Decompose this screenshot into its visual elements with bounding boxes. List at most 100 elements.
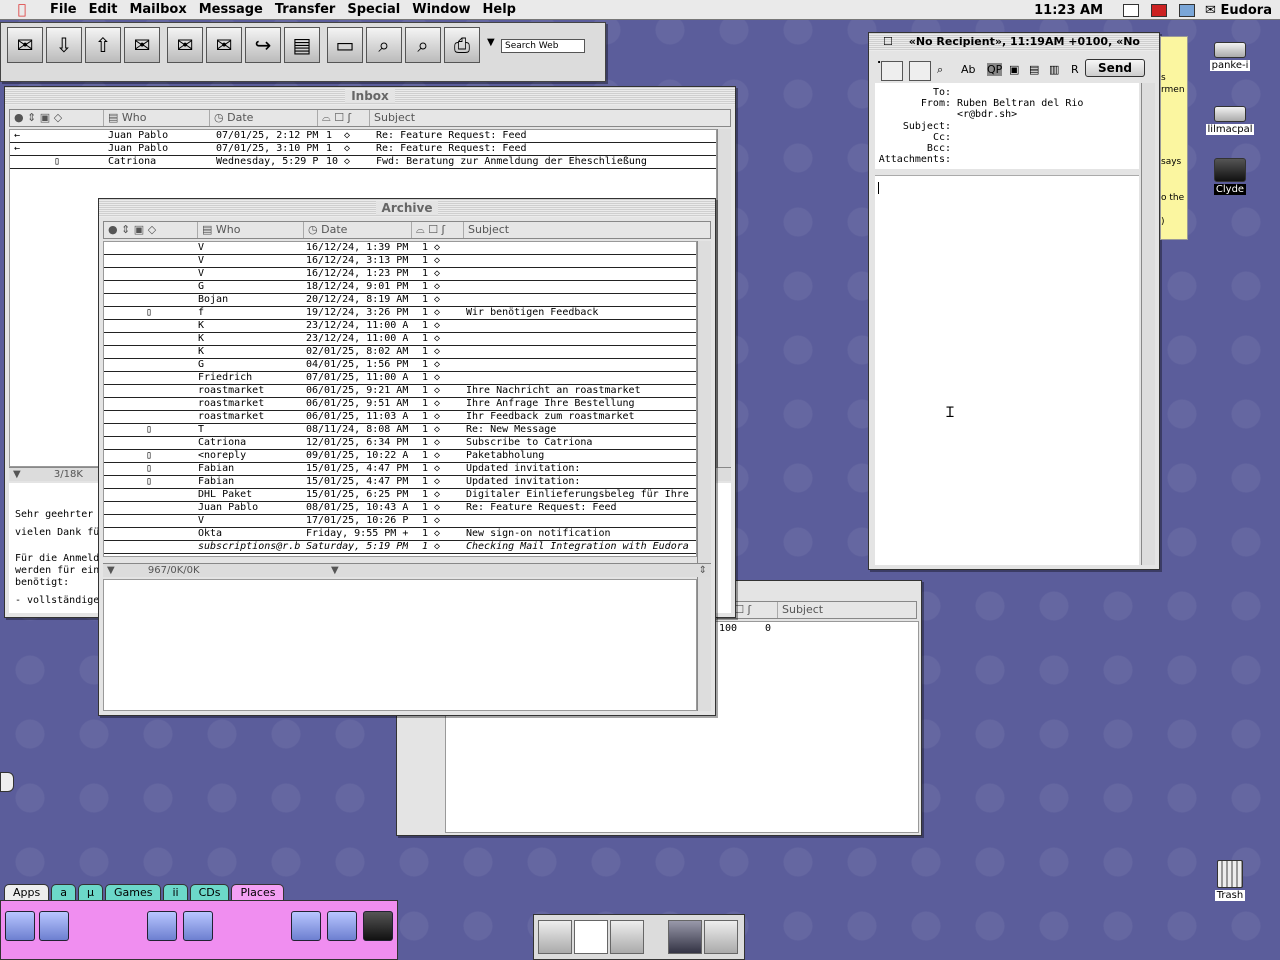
table-row[interactable]: Friedrich 07/01/25, 11:00 A 1 ◇ [104,372,696,385]
control-strip-tab-icon[interactable] [0,772,14,792]
folder-icon[interactable] [327,911,357,941]
table-row[interactable]: ▯ <noreply 09/01/25, 10:22 A 1 ◇ Paketabholun… [104,450,696,463]
check-mail-icon[interactable]: ⇩ [46,27,82,63]
address-book-icon[interactable]: ▭ [327,27,363,63]
compose-body[interactable]: Ｉ [875,175,1139,565]
launcher-tab-6[interactable]: CDs [189,884,230,900]
inbox-subject-header[interactable]: Subject [370,110,720,126]
table-row[interactable]: roastmarket 06/01/25, 9:51 AM 1 ◇ Ihre Anfra… [104,398,696,411]
word-wrap-icon[interactable]: ▤ [1029,63,1039,76]
document-folder-icon[interactable] [39,911,69,941]
finder-app-icon[interactable] [538,920,572,954]
inbox-scrollbar[interactable] [717,129,731,467]
delete-message-icon[interactable]: ✉ [7,27,43,63]
compose-window[interactable]: ☐ «No Recipient», 11:19AM +0100, «No ...… [868,32,1160,570]
table-row[interactable]: V 16/12/24, 1:23 PM 1 ◇ [104,268,696,281]
inbox-titlebar[interactable]: Inbox [5,87,735,105]
table-row[interactable]: roastmarket 06/01/25, 9:21 AM 1 ◇ Ihre Nachr… [104,385,696,398]
inbox-status-columns[interactable]: ● ⇕ ▣ ◇ [10,110,104,126]
archive-message-list[interactable]: V 16/12/24, 1:39 PM 1 ◇ V 16/12/24, 3:13 PM 1 ◇… [103,241,697,557]
table-row[interactable]: ← Juan Pablo 07/01/25, 3:10 PM 1 ◇ Re: Featur… [10,143,716,156]
eudora-app-icon[interactable] [574,920,608,954]
header-field[interactable]: To: [875,87,1137,98]
folder-icon[interactable] [183,911,213,941]
table-row[interactable]: subscriptions@r.b Saturday, 5:19 PM 1 ◇ Chec… [104,541,696,554]
table-row[interactable]: ▯ Catriona Wednesday, 5:29 P 10 ◇ Fwd: Beratu… [10,156,716,169]
compose-titlebar[interactable]: ☐ «No Recipient», 11:19AM +0100, «No ... [869,33,1159,66]
table-row[interactable]: G 18/12/24, 9:01 PM 1 ◇ [104,281,696,294]
attach-icon[interactable]: ⌕ [937,63,943,77]
table-row[interactable]: Juan Pablo 08/01/25, 10:43 A 1 ◇ Re: Feature… [104,502,696,515]
reply-icon[interactable]: ✉ [167,27,203,63]
trash-app-icon[interactable] [704,920,738,954]
launcher-tab-1[interactable]: Apps [4,884,50,900]
table-row[interactable]: Okta Friday, 9:55 PM + 1 ◇ New sign-on notif… [104,528,696,541]
table-row[interactable]: V 17/01/25, 10:26 P 1 ◇ [104,515,696,528]
menu-file[interactable]: File [44,2,83,17]
table-row[interactable]: K 02/01/25, 8:02 AM 1 ◇ [104,346,696,359]
sticky-note[interactable]: s rmen says o the) [1160,36,1188,240]
launcher-tab-4[interactable]: Games [104,884,162,900]
menu-transfer[interactable]: Transfer [269,2,342,17]
apple-menu-icon[interactable]:  [0,2,44,18]
folder-icon[interactable] [291,911,321,941]
header-field[interactable]: From: Ruben Beltran del Rio [875,98,1137,109]
keep-copy-icon[interactable]: ▥ [1049,63,1059,76]
table-row[interactable]: V 16/12/24, 3:13 PM 1 ◇ [104,255,696,268]
header-field[interactable]: <r@bdr.sh> [875,109,1137,120]
archive-window[interactable]: Archive ● ⇕ ▣ ◇ ▤ Who ◷ Date ⌓ ☐ ʃ Subje… [98,198,716,716]
text-style-button[interactable]: Ab [961,63,976,76]
menu-special[interactable]: Special [341,2,406,17]
table-row[interactable]: roastmarket 06/01/25, 11:03 A 1 ◇ Ihr Feedba… [104,411,696,424]
menu-window[interactable]: Window [406,2,476,17]
menu-edit[interactable]: Edit [83,2,124,17]
find-messages-icon[interactable]: ⌕ [405,27,441,63]
table-row[interactable]: K 23/12/24, 11:00 A 1 ◇ [104,320,696,333]
table-row[interactable]: ▯ Fabian 15/01/25, 4:47 PM 1 ◇ Updated invita… [104,463,696,476]
redirect-icon[interactable]: ▤ [284,27,320,63]
archive-resize-icon[interactable]: ⇕ [699,564,707,577]
new-message-icon[interactable]: ✉ [124,27,160,63]
launcher-tab-3[interactable]: µ [77,884,103,900]
find-icon[interactable]: ⌕ [366,27,402,63]
inbox-date-header[interactable]: ◷ Date [210,110,318,126]
reply-all-icon[interactable]: ✉ [206,27,242,63]
menubar-clock[interactable]: 11:23 AM [1034,3,1103,18]
header-field-value[interactable]: <r@bdr.sh> [957,109,1017,120]
return-receipt-button[interactable]: R [1071,63,1079,76]
monitor-app-icon[interactable] [668,920,702,954]
inbox-who-header[interactable]: ▤ Who [104,110,210,126]
header-field[interactable]: Cc: [875,132,1137,143]
archive-status-columns[interactable]: ● ⇕ ▣ ◇ [104,222,198,238]
disk-lilmacpal-icon[interactable]: lilmacpal [1200,106,1260,135]
table-row[interactable]: K 23/12/24, 11:00 A 1 ◇ [104,333,696,346]
table-row[interactable]: ▯ Fabian 15/01/25, 4:47 PM 1 ◇ Updated invita… [104,476,696,489]
search-web-input[interactable]: Search Web [501,39,585,53]
monitor-icon[interactable] [1179,3,1196,17]
archive-flag-columns[interactable]: ⌓ ☐ ʃ [412,222,464,238]
acrobat-icon[interactable] [1151,3,1168,17]
inbox-collapse-icon[interactable]: ▼ [13,469,21,480]
priority-popup-icon[interactable] [909,61,931,81]
launcher-tab-7[interactable]: Places [231,884,285,900]
header-field-value[interactable]: Ruben Beltran del Rio [957,98,1083,109]
print-icon[interactable]: ⎙ [444,27,480,63]
printer-icon[interactable] [1123,3,1140,17]
archive-date-header[interactable]: ◷ Date [304,222,412,238]
header-field[interactable]: Attachments: [875,154,1137,165]
trash-icon[interactable]: Trash [1200,860,1260,901]
signature-popup-icon[interactable] [881,61,903,81]
table-row[interactable]: Bojan 20/12/24, 8:19 AM 1 ◇ [104,294,696,307]
toolbar-dropdown-arrow-icon[interactable]: ▼ [487,37,495,48]
archive-titlebar[interactable]: Archive [99,199,715,217]
background-subject-header[interactable]: Subject [778,602,918,618]
table-row[interactable]: ▯ T 08/11/24, 8:08 AM 1 ◇ Re: New Message [104,424,696,437]
table-row[interactable]: DHL Paket 15/01/25, 6:25 PM 1 ◇ Digitaler Ei… [104,489,696,502]
header-field[interactable]: Subject: [875,121,1137,132]
menu-mailbox[interactable]: Mailbox [123,2,192,17]
header-field[interactable]: Bcc: [875,143,1137,154]
disk-panke-i-icon[interactable]: panke-i [1200,42,1260,71]
table-row[interactable]: Catriona 12/01/25, 6:34 PM 1 ◇ Subscribe to … [104,437,696,450]
archive-who-header[interactable]: ▤ Who [198,222,304,238]
launcher-tab-2[interactable]: a [51,884,76,900]
